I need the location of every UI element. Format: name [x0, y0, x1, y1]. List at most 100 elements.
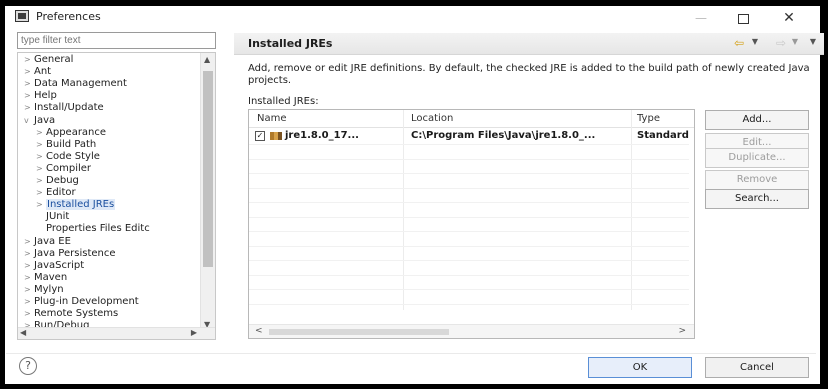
back-menu-chevron-icon[interactable]: ▼: [752, 37, 758, 46]
jre-type-cell: Standard: [637, 130, 689, 141]
search-button[interactable]: Search...: [705, 189, 809, 209]
tree-item-label: General: [34, 54, 74, 65]
table-row-divider: [249, 260, 689, 261]
tree-item-label: Code Style: [46, 150, 100, 162]
column-header-type[interactable]: Type: [637, 113, 660, 124]
tree-item[interactable]: > Mylyn: [24, 284, 64, 296]
jre-library-icon: [270, 132, 282, 140]
table-row-divider: [249, 216, 689, 218]
collapsed-chevron-icon[interactable]: >: [24, 90, 34, 102]
collapsed-chevron-icon[interactable]: >: [24, 260, 34, 272]
scroll-thumb[interactable]: [203, 71, 213, 267]
tree-item-label: Install/Update: [34, 102, 104, 114]
tree-item-label: JavaScript: [34, 259, 85, 271]
scroll-left-icon[interactable]: <: [255, 326, 263, 336]
tree-item[interactable]: > Code Style: [36, 151, 100, 163]
tree-item[interactable]: v Java: [24, 115, 55, 127]
cancel-button[interactable]: Cancel: [705, 357, 809, 378]
minimize-button[interactable]: —: [686, 7, 716, 29]
tree-item-label: Compiler: [46, 162, 92, 174]
tree-item[interactable]: > Java EE: [24, 236, 71, 248]
add-button[interactable]: Add...: [705, 110, 809, 130]
expanded-chevron-icon[interactable]: v: [24, 115, 34, 127]
back-arrow-icon[interactable]: ⇦: [734, 36, 744, 50]
scroll-right-icon[interactable]: ▶: [191, 328, 197, 337]
collapsed-chevron-icon[interactable]: >: [36, 199, 46, 211]
tree-item[interactable]: > Compiler: [36, 163, 91, 175]
collapsed-chevron-icon[interactable]: >: [36, 127, 46, 139]
tree-item[interactable]: > Editor: [36, 187, 76, 199]
collapsed-chevron-icon[interactable]: >: [24, 284, 34, 296]
tree-item[interactable]: > Install/Update: [24, 102, 104, 114]
tree-item[interactable]: > JavaScript: [24, 260, 84, 272]
collapsed-chevron-icon[interactable]: >: [24, 54, 34, 66]
maximize-button[interactable]: [728, 7, 758, 29]
collapsed-chevron-icon[interactable]: >: [24, 296, 34, 308]
tree-item[interactable]: JUnit: [36, 211, 69, 223]
collapsed-chevron-icon[interactable]: >: [24, 308, 34, 320]
tree-item[interactable]: > Help: [24, 90, 57, 102]
help-icon[interactable]: ?: [19, 357, 37, 375]
tree-item-label: Debug: [46, 175, 79, 186]
tree-item[interactable]: > Ant: [24, 66, 51, 78]
preferences-tree: > General > Ant > Data Management > Help > Instal…: [17, 52, 216, 340]
scroll-up-icon[interactable]: ▲: [204, 55, 210, 64]
filter-input[interactable]: [17, 32, 216, 49]
tree-item[interactable]: > Installed JREs: [36, 199, 116, 211]
collapsed-chevron-icon[interactable]: >: [36, 175, 46, 187]
tree-item[interactable]: > Maven: [24, 272, 67, 284]
collapsed-chevron-icon[interactable]: >: [36, 139, 46, 151]
collapsed-chevron-icon[interactable]: >: [24, 248, 34, 260]
tree-item[interactable]: Properties Files Editc: [36, 223, 150, 235]
tree-item-label: Ant: [34, 66, 52, 78]
close-button[interactable]: ✕: [774, 7, 804, 29]
collapsed-chevron-icon[interactable]: >: [24, 272, 34, 284]
app-icon: [15, 10, 29, 22]
page-description: Add, remove or edit JRE definitions. By …: [248, 63, 810, 86]
tree-item-label: Remote Systems: [34, 308, 119, 320]
tree-item-label: Mylyn: [34, 283, 64, 295]
tree-item-label: Maven: [34, 271, 68, 283]
collapsed-chevron-icon[interactable]: >: [24, 66, 34, 78]
scroll-left-icon[interactable]: ◀: [20, 328, 26, 337]
collapsed-chevron-icon[interactable]: >: [24, 78, 34, 90]
tree-item[interactable]: > Data Management: [24, 78, 127, 90]
table-scroll-thumb[interactable]: [269, 329, 449, 335]
tree-item[interactable]: > Plug-in Development: [24, 296, 139, 308]
collapsed-chevron-icon[interactable]: >: [36, 163, 46, 175]
tree-item[interactable]: > Appearance: [36, 127, 106, 139]
column-divider: [631, 110, 632, 310]
collapsed-chevron-icon[interactable]: >: [36, 151, 46, 163]
collapsed-chevron-icon[interactable]: >: [24, 102, 34, 114]
remove-button[interactable]: Remove: [705, 170, 809, 190]
tree-item[interactable]: > Java Persistence: [24, 248, 116, 260]
table-row-divider: [249, 303, 689, 305]
tree-vertical-scrollbar[interactable]: ▲ ▼: [200, 53, 215, 329]
tree-item[interactable]: > General: [24, 54, 73, 66]
tree-item-label: Build Path: [46, 138, 97, 150]
table-row-divider: [249, 144, 689, 145]
table-row-divider: [249, 158, 689, 160]
table-row-divider: [249, 289, 689, 290]
collapsed-chevron-icon[interactable]: >: [36, 187, 46, 199]
table-row-divider: [249, 173, 689, 174]
forward-arrow-icon[interactable]: ⇨: [776, 36, 786, 50]
tree-item[interactable]: > Debug: [36, 175, 79, 187]
view-menu-chevron-icon[interactable]: ▼: [810, 37, 816, 46]
ok-button[interactable]: OK: [588, 357, 692, 378]
jre-checkbox[interactable]: ✓: [255, 131, 265, 141]
scroll-right-icon[interactable]: >: [678, 326, 686, 336]
tree-item[interactable]: > Remote Systems: [24, 308, 118, 320]
footer-divider: [6, 353, 816, 354]
tree-item[interactable]: > Build Path: [36, 139, 96, 151]
column-header-location[interactable]: Location: [411, 113, 453, 124]
forward-menu-chevron-icon[interactable]: ▼: [792, 37, 798, 46]
tree-horizontal-scrollbar[interactable]: ◀ ▶: [18, 327, 215, 339]
collapsed-chevron-icon[interactable]: >: [24, 236, 34, 248]
tree-item-label: Plug-in Development: [34, 296, 139, 307]
page-header: Installed JREs ⇦ ▼ ⇨ ▼ ▼: [234, 33, 824, 55]
table-horizontal-scrollbar[interactable]: < >: [249, 324, 694, 338]
duplicate-button[interactable]: Duplicate...: [705, 148, 809, 168]
column-header-name[interactable]: Name: [257, 113, 287, 124]
tree-item-label: Installed JREs: [46, 199, 116, 211]
